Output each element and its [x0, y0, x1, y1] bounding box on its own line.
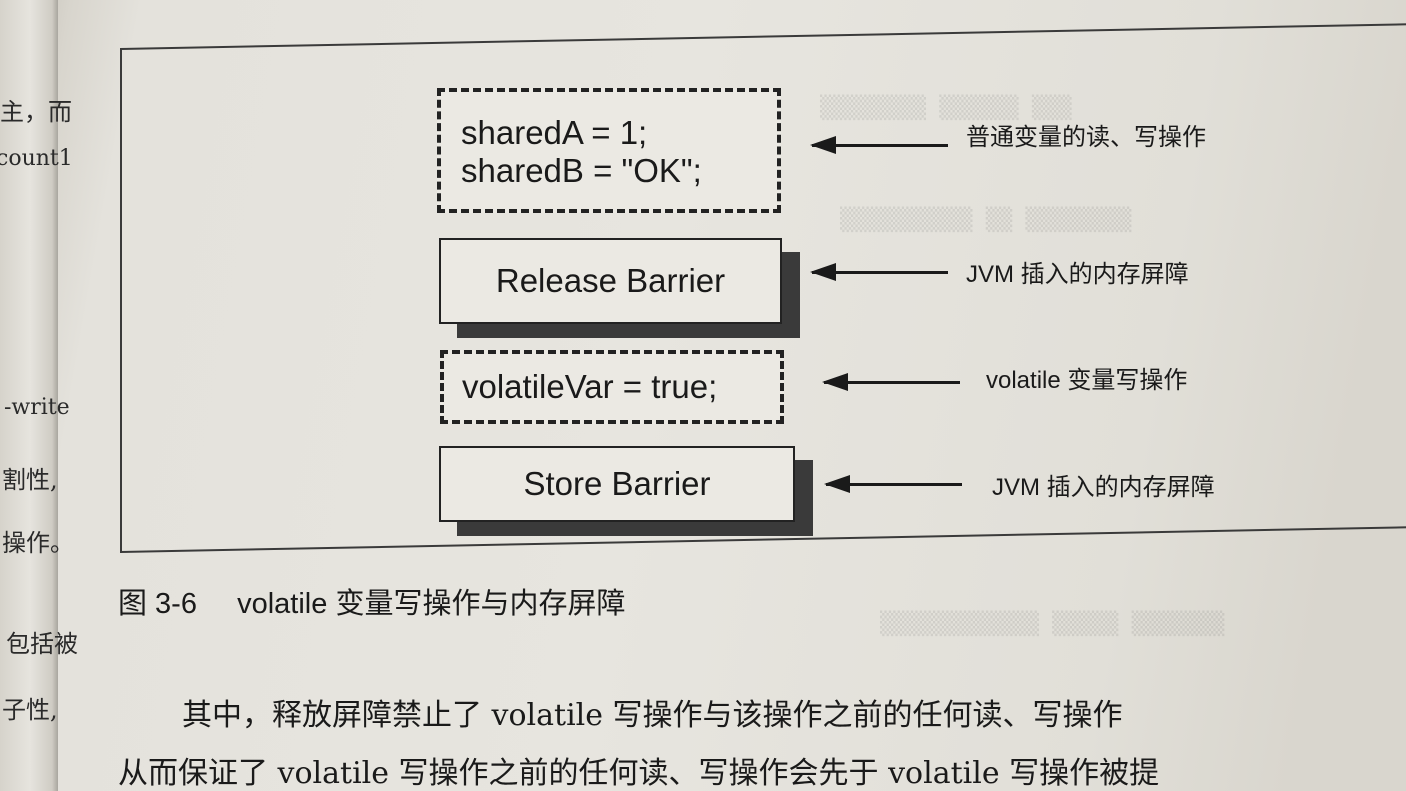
store-barrier-box: Store Barrier	[439, 446, 795, 522]
store-barrier-label: Store Barrier	[523, 465, 711, 502]
release-barrier-box: Release Barrier	[439, 238, 782, 324]
code-line: sharedA = 1;	[461, 114, 648, 151]
margin-text: count1	[0, 146, 73, 171]
body-paragraph-line: 其中，释放屏障禁止了 volatile 写操作与该操作之前的任何读、写操作	[182, 698, 1123, 733]
show-through-texture: ▒▒▒▒▒▒▒▒▒▒▒▒ ▒▒▒▒▒ ▒▒▒▒▒▒▒	[880, 612, 1225, 637]
margin-text: 主，而	[0, 98, 72, 126]
margin-text: 割性,	[2, 466, 58, 494]
code-line: sharedB = "OK";	[461, 152, 702, 189]
margin-text: 操作。	[2, 529, 74, 557]
annotation-volatile-write: volatile 变量写操作	[986, 367, 1188, 394]
margin-text: 子性,	[2, 696, 58, 724]
annotation-jvm-barrier-2: JVM 插入的内存屏障	[992, 474, 1215, 501]
figure-number: 图 3-6	[118, 588, 197, 620]
margin-text: 包括被	[6, 630, 78, 658]
volatile-write-code-block: volatileVar = true;	[440, 350, 784, 424]
shared-vars-code-block: sharedA = 1; sharedB = "OK";	[437, 88, 781, 213]
margin-text: -write	[4, 395, 70, 420]
annotation-normal-rw: 普通变量的读、写操作	[966, 124, 1206, 151]
body-paragraph-line: 从而保证了 volatile 写操作之前的任何读、写操作会先于 volatile…	[118, 756, 1160, 791]
figure-title: volatile 变量写操作与内存屏障	[237, 588, 626, 620]
arrow-left-icon	[810, 263, 948, 281]
left-page-edge: 主，而 count1 -write 割性, 操作。 包括被 子性,	[0, 0, 78, 791]
arrow-left-icon	[822, 373, 960, 391]
release-barrier-label: Release Barrier	[495, 262, 726, 299]
arrow-left-icon	[824, 475, 962, 493]
figure-caption: 图 3-6 volatile 变量写操作与内存屏障	[118, 580, 625, 622]
arrow-left-icon	[810, 136, 948, 154]
code-line: volatileVar = true;	[462, 368, 718, 405]
annotation-jvm-barrier-1: JVM 插入的内存屏障	[966, 261, 1189, 288]
